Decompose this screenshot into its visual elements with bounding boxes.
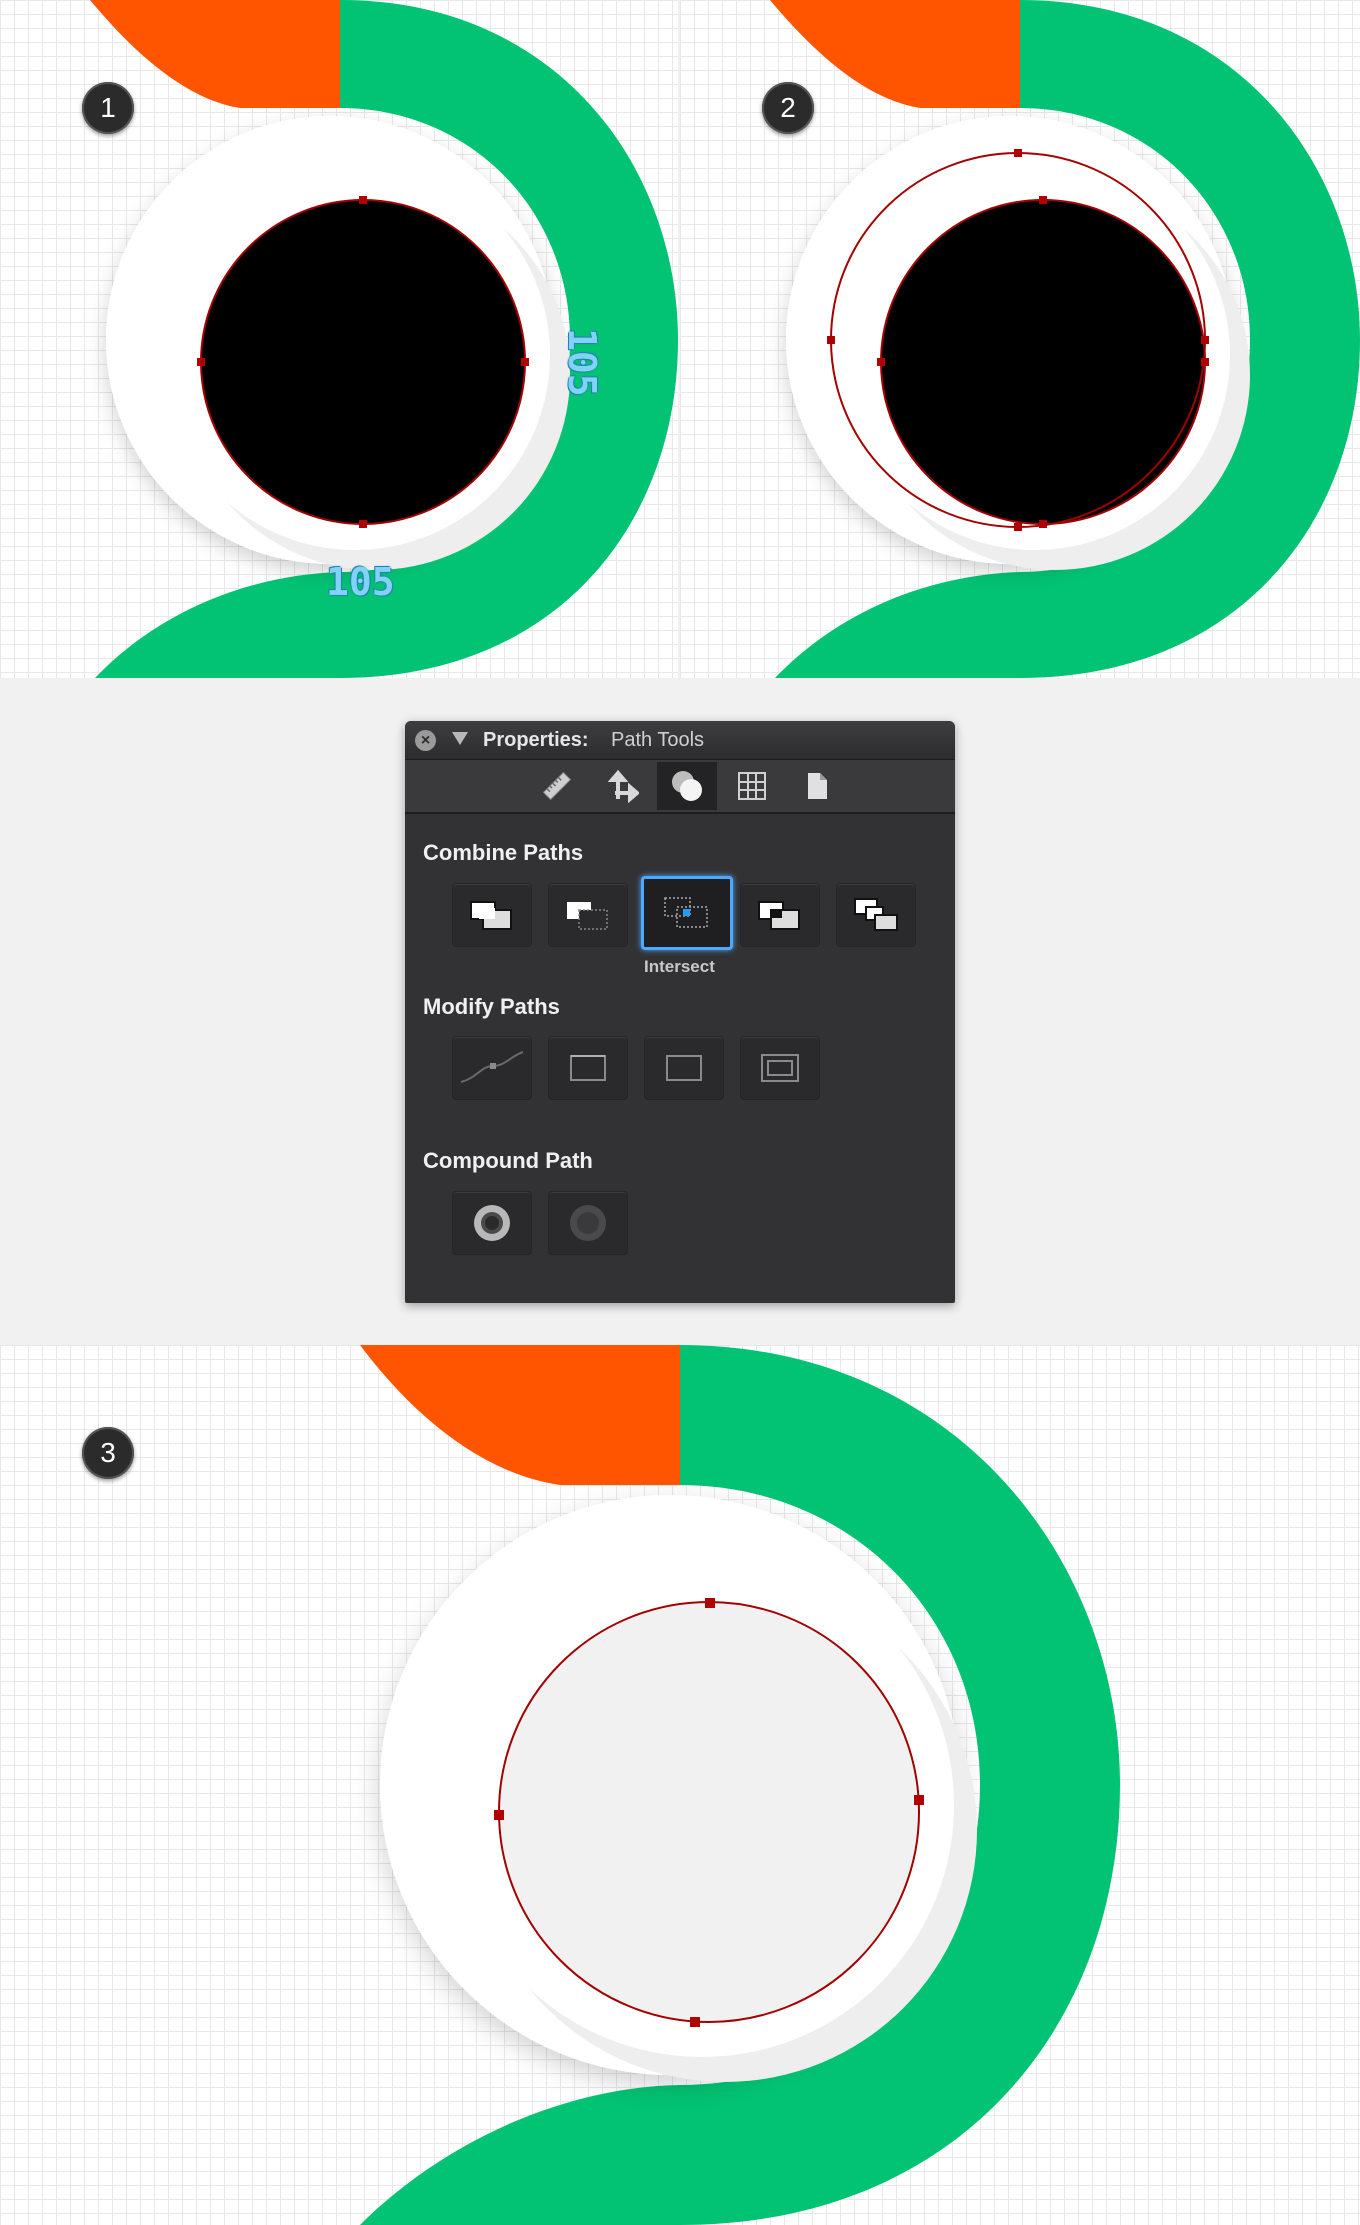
rectangle-button[interactable] <box>548 1036 628 1100</box>
panel-title: Properties: <box>483 729 589 751</box>
anchor-point <box>914 1795 924 1805</box>
black-circle <box>200 199 526 525</box>
anchor-point <box>359 520 367 528</box>
tab-geometry[interactable] <box>592 762 652 810</box>
tab-document[interactable] <box>787 762 847 810</box>
add-icon <box>470 901 512 930</box>
step-badge: 2 <box>762 82 814 134</box>
anchor-point <box>1039 520 1047 528</box>
make-compound-button[interactable] <box>452 1191 532 1255</box>
intersect-caption: Intersect <box>644 957 715 976</box>
panel-tab-bar <box>405 760 955 814</box>
simplify-curve-button[interactable] <box>452 1036 532 1100</box>
release-compound-icon <box>570 1205 606 1241</box>
make-compound-icon <box>474 1205 510 1241</box>
step-badge: 1 <box>82 82 134 134</box>
disclosure-triangle-icon[interactable] <box>452 732 468 745</box>
tab-grid[interactable] <box>722 762 782 810</box>
orange-shape <box>360 1345 680 1485</box>
combine-paths-heading: Combine Paths <box>423 840 584 865</box>
subtract-icon <box>567 902 608 930</box>
subtract-paths-button[interactable] <box>548 883 628 947</box>
divide-paths-button[interactable] <box>836 883 916 947</box>
intersect-paths-button[interactable] <box>641 876 733 950</box>
rectangle-outline-button[interactable] <box>644 1036 724 1100</box>
offset-rectangle-button[interactable] <box>740 1036 820 1100</box>
tab-path-tools[interactable] <box>657 762 717 810</box>
anchor-point <box>521 358 529 366</box>
anchor-point <box>1201 358 1209 366</box>
step-1-canvas: 1 105 105 <box>0 0 678 678</box>
anchor-point <box>690 2017 700 2027</box>
intersect-icon <box>664 897 708 928</box>
step-3-artwork <box>360 1345 1120 2225</box>
rectangle-outline-icon <box>666 1055 702 1081</box>
divide-icon <box>854 898 898 931</box>
step-3-canvas: 3 <box>0 1345 1360 2225</box>
modify-paths-heading: Modify Paths <box>423 994 560 1019</box>
dimension-height-label: 105 <box>560 328 604 397</box>
release-compound-button[interactable] <box>548 1191 628 1255</box>
properties-panel: × Properties: Path Tools Combine Paths I… <box>405 721 955 1303</box>
exclude-icon <box>758 901 800 930</box>
anchor-point <box>494 1810 504 1820</box>
step-badge: 3 <box>82 1427 134 1479</box>
anchor-point <box>359 196 367 204</box>
anchor-point <box>1014 149 1022 157</box>
rectangle-icon <box>570 1055 606 1081</box>
compound-path-heading: Compound Path <box>423 1148 593 1173</box>
panel-titlebar: × Properties: Path Tools <box>405 721 955 760</box>
dimension-width-label: 105 <box>326 560 395 604</box>
offset-rectangle-icon <box>761 1054 799 1082</box>
anchor-point <box>197 358 205 366</box>
anchor-point <box>1201 336 1209 344</box>
ruler-icon <box>542 771 572 801</box>
tab-ruler[interactable] <box>527 762 587 810</box>
anchor-point <box>1039 196 1047 204</box>
path-tools-icon <box>672 771 702 801</box>
panel-subtitle: Path Tools <box>611 729 705 751</box>
exclude-paths-button[interactable] <box>740 883 820 947</box>
document-icon <box>808 773 827 799</box>
anchor-point <box>877 358 885 366</box>
anchor-point <box>827 336 835 344</box>
close-icon[interactable]: × <box>415 730 436 751</box>
simplify-curve-icon <box>460 1051 524 1083</box>
anchor-point <box>1014 523 1022 531</box>
step-2-canvas: 2 <box>680 0 1360 678</box>
black-circle <box>880 199 1206 525</box>
move-arrows-icon <box>607 769 639 803</box>
grid-icon <box>738 772 766 800</box>
anchor-point <box>705 1598 715 1608</box>
add-paths-button[interactable] <box>452 883 532 947</box>
intersected-circle <box>498 1601 920 2023</box>
